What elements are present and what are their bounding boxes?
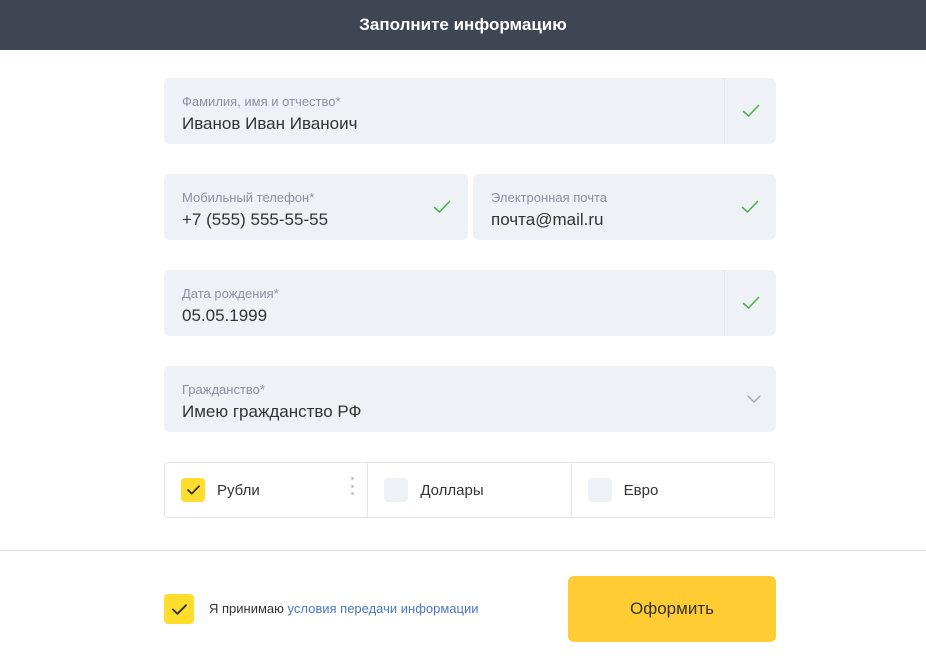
birth-date-label: Дата рождения* [182,286,279,301]
phone-input[interactable]: +7 (555) 555-55-55 [182,210,328,230]
check-icon [742,104,759,117]
euro-label: Евро [623,481,659,499]
email-label: Электронная почта [491,190,608,205]
agree-text: Я принимаю условия передачи информации [209,601,479,616]
full-name-label: Фамилия, имя и отчество* [182,94,341,109]
check-icon [741,200,759,213]
birth-date-field[interactable]: Дата рождения* 05.05.1999 [164,270,776,336]
chevron-down-icon [747,395,761,403]
citizenship-select[interactable]: Гражданство* Имею гражданство РФ [164,366,776,432]
email-valid-indicator [724,174,776,240]
full-name-input[interactable]: Иванов Иван Иваноич [182,114,357,134]
citizenship-dropdown-toggle[interactable] [732,366,776,432]
full-name-valid-indicator [724,78,776,144]
phone-label: Мобильный телефон* [182,190,315,205]
page-header: Заполните информацию [0,0,926,50]
agree-prefix: Я принимаю [209,601,284,616]
email-field[interactable]: Электронная почта почта@mail.ru [473,174,776,240]
dollars-checkbox[interactable] [384,478,409,502]
dollars-label: Доллары [420,481,484,499]
currency-options: Рубли Доллары Евро [164,462,775,518]
euro-checkbox[interactable] [587,478,612,502]
email-input[interactable]: почта@mail.ru [491,210,603,230]
phone-valid-indicator [416,174,468,240]
currency-option-euro[interactable]: Евро [570,463,774,517]
citizenship-label: Гражданство* [182,382,265,397]
birth-date-valid-indicator [724,270,776,336]
checkmark-icon [186,485,200,495]
rubles-checkbox[interactable] [181,478,205,502]
agree-checkbox[interactable] [164,594,194,624]
currency-option-rubles[interactable]: Рубли [165,463,367,517]
check-icon [742,296,759,309]
page-title: Заполните информацию [359,15,567,34]
more-vertical-icon[interactable] [350,477,354,495]
submit-button[interactable]: Оформить [568,576,776,642]
footer-divider [0,550,926,551]
currency-option-dollars[interactable]: Доллары [367,463,570,517]
check-icon [433,200,451,213]
phone-field[interactable]: Мобильный телефон* +7 (555) 555-55-55 [164,174,468,240]
birth-date-input[interactable]: 05.05.1999 [182,306,267,326]
full-name-field[interactable]: Фамилия, имя и отчество* Иванов Иван Ива… [164,78,776,144]
citizenship-value[interactable]: Имею гражданство РФ [182,402,361,422]
checkmark-icon [171,603,187,615]
terms-link[interactable]: условия передачи информации [288,601,479,616]
rubles-label: Рубли [217,481,260,499]
